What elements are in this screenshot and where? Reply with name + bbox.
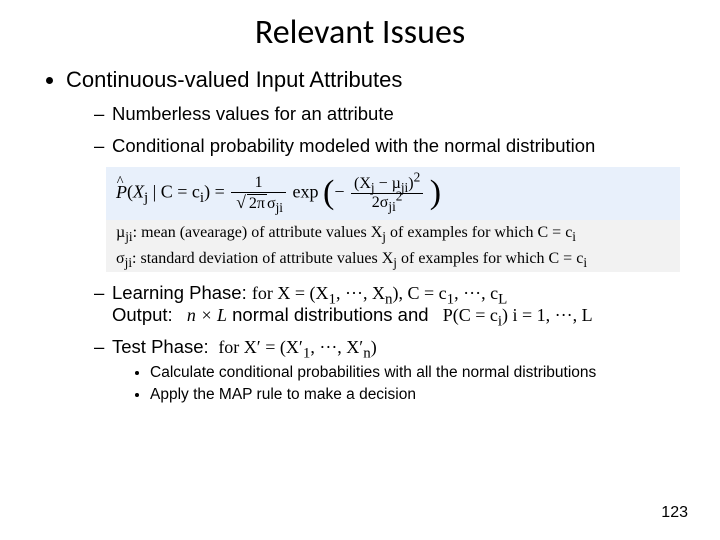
learn-label: Learning Phase: (112, 282, 247, 303)
formula-main: P(Xj | C = ci) = 1 2πσji exp (− (Xj − µj… (106, 167, 680, 220)
slide: Relevant Issues Continuous-valued Input … (0, 0, 720, 540)
mu-definition: µji: mean (avearage) of attribute values… (106, 220, 680, 246)
step-apply-map: Apply the MAP rule to make a decision (150, 386, 680, 404)
frac1-num: 1 (231, 175, 286, 193)
bullet-list-level1: Continuous-valued Input Attributes Numbe… (40, 67, 680, 404)
output-text: normal distributions and (232, 304, 428, 325)
sigma-definition: σji: standard deviation of attribute val… (106, 246, 680, 272)
exp-text: exp (293, 182, 319, 202)
formula-block: P(Xj | C = ci) = 1 2πσji exp (− (Xj − µj… (106, 167, 680, 272)
given: | C = c (148, 182, 200, 202)
fraction-1: 1 2πσji (231, 175, 286, 212)
page-number: 123 (661, 504, 688, 522)
bullet-list-level3: Calculate conditional probabilities with… (112, 364, 680, 404)
p-hat: P (116, 182, 127, 203)
fraction-2: (Xj − µji)2 2σji2 (351, 176, 423, 211)
bullet-list-level2: Numberless values for an attribute Condi… (66, 103, 680, 157)
output-pc: P(C = ci) i = 1, ···, L (434, 305, 593, 325)
frac2-den: 2σji2 (351, 194, 423, 211)
slide-title: Relevant Issues (40, 12, 680, 53)
test-for: for X′ = (X′1, ···, X′n) (214, 337, 377, 357)
learn-for: for X = (X1, ···, Xn), C = c1, ···, cL (252, 283, 507, 303)
sub-numberless: Numberless values for an attribute (94, 103, 680, 125)
test-label: Test Phase: (112, 336, 209, 357)
bullet-list-level2b: Learning Phase: for X = (X1, ···, Xn), C… (66, 282, 680, 404)
sub-conditional: Conditional probability modeled with the… (94, 135, 680, 157)
eq: ) = (204, 182, 229, 202)
paren-open: ( (323, 178, 334, 209)
output-label: Output: (112, 304, 173, 325)
bullet-continuous-attrs: Continuous-valued Input Attributes Numbe… (66, 67, 680, 404)
frac1-den: 2πσji (231, 193, 286, 212)
bullet1-text: Continuous-valued Input Attributes (66, 67, 402, 92)
output-nxl: n × L (178, 305, 227, 325)
test-phase: Test Phase: for X′ = (X′1, ···, X′n) Cal… (94, 336, 680, 404)
paren-close: ) (430, 178, 441, 209)
learning-phase: Learning Phase: for X = (X1, ···, Xn), C… (94, 282, 680, 326)
frac2-num: (Xj − µji)2 (351, 176, 423, 194)
step-calculate: Calculate conditional probabilities with… (150, 364, 680, 382)
